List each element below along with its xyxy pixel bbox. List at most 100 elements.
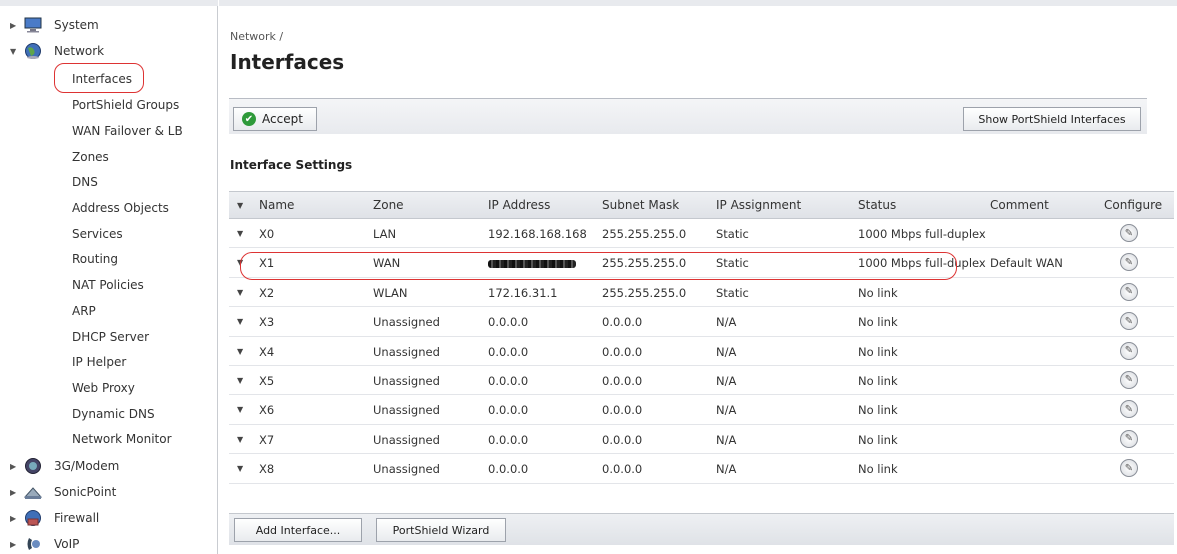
expand-arrow-icon[interactable]: ▶	[10, 488, 22, 497]
sidebar-item-interfaces[interactable]: Interfaces	[72, 72, 132, 86]
cell-name: X6	[259, 403, 275, 418]
expand-arrow-icon[interactable]: ▶	[10, 462, 22, 471]
column-header-ip-address[interactable]: IP Address	[488, 198, 550, 212]
cell-name: X4	[259, 344, 275, 359]
sidebar-item-arp[interactable]: ARP	[72, 304, 96, 318]
sidebar-item-ip-helper[interactable]: IP Helper	[72, 355, 126, 369]
cell-ip-assignment: N/A	[716, 373, 737, 388]
cell-ip-assignment: N/A	[716, 462, 737, 477]
cell-ip-assignment: N/A	[716, 403, 737, 418]
configure-pencil-icon[interactable]: ✎	[1120, 370, 1138, 389]
cell-ip-address: 0.0.0.0	[488, 432, 529, 447]
table-row[interactable]: ▼ X5 Unassigned 0.0.0.0 0.0.0.0 N/A No link ✎	[229, 366, 1174, 396]
configure-pencil-icon[interactable]: ✎	[1120, 400, 1138, 419]
row-expand-arrow-icon[interactable]: ▼	[237, 405, 243, 414]
accept-button[interactable]: ✔ Accept	[233, 107, 317, 131]
configure-pencil-icon[interactable]: ✎	[1120, 459, 1138, 478]
cell-ip-address: 0.0.0.0	[488, 403, 529, 418]
column-header-configure: Configure	[1104, 198, 1163, 212]
sidebar-item-address-objects[interactable]: Address Objects	[72, 201, 169, 215]
sidebar-item-wan-failover[interactable]: WAN Failover & LB	[72, 124, 183, 138]
sidebar-item-routing[interactable]: Routing	[72, 252, 118, 266]
table-header: ▼ Name Zone IP Address Subnet Mask IP As…	[229, 191, 1174, 219]
cell-subnet-mask: 0.0.0.0	[602, 432, 643, 447]
expand-arrow-icon[interactable]: ▶	[10, 21, 22, 30]
modem-icon	[22, 456, 44, 476]
table-row[interactable]: ▼ X4 Unassigned 0.0.0.0 0.0.0.0 N/A No link ✎	[229, 337, 1174, 366]
configure-pencil-icon[interactable]: ✎	[1120, 341, 1138, 360]
table-row[interactable]: ▼ X3 Unassigned 0.0.0.0 0.0.0.0 N/A No link ✎	[229, 307, 1174, 337]
configure-pencil-icon[interactable]: ✎	[1120, 282, 1138, 301]
accept-button-label: Accept	[262, 112, 303, 126]
sidebar-item-dhcp-server[interactable]: DHCP Server	[72, 330, 149, 344]
cell-name: X7	[259, 432, 275, 447]
table-row[interactable]: ▼ X0 LAN 192.168.168.168 255.255.255.0 Static…	[229, 219, 1174, 249]
add-interface-button[interactable]: Add Interface...	[234, 518, 362, 542]
cell-ip-assignment: Static	[716, 227, 749, 241]
collapse-arrow-icon[interactable]: ▼	[10, 47, 22, 56]
access-point-icon	[22, 482, 44, 502]
sidebar-item-web-proxy[interactable]: Web Proxy	[72, 381, 135, 395]
sidebar-category-system[interactable]: ▶ System	[10, 13, 99, 37]
table-row[interactable]: ▼ X8 Unassigned 0.0.0.0 0.0.0.0 N/A No link ✎	[229, 454, 1174, 484]
sidebar-category-label: SonicPoint	[54, 485, 117, 499]
row-expand-arrow-icon[interactable]: ▼	[237, 317, 243, 326]
column-header-comment[interactable]: Comment	[990, 198, 1049, 212]
sidebar-category-label: Firewall	[54, 511, 100, 525]
sidebar-category-firewall[interactable]: ▶ Firewall	[10, 506, 99, 530]
section-title: Interface Settings	[230, 158, 353, 172]
column-header-subnet-mask[interactable]: Subnet Mask	[602, 198, 679, 212]
sidebar-item-zones[interactable]: Zones	[72, 150, 109, 164]
portshield-wizard-button[interactable]: PortShield Wizard	[376, 518, 506, 542]
cell-subnet-mask: 255.255.255.0	[602, 227, 687, 241]
sidebar-category-network[interactable]: ▼ Network	[10, 39, 104, 63]
cell-subnet-mask: 0.0.0.0	[602, 315, 643, 330]
row-expand-arrow-icon[interactable]: ▼	[237, 464, 243, 473]
cell-ip-address: 192.168.168.168	[488, 227, 587, 241]
table-row[interactable]: ▼ X2 WLAN 172.16.31.1 255.255.255.0 Static No …	[229, 278, 1174, 308]
row-expand-arrow-icon[interactable]: ▼	[237, 376, 243, 385]
cell-zone: Unassigned	[373, 432, 440, 447]
sidebar-category-voip[interactable]: ▶ VoIP	[10, 532, 79, 554]
configure-pencil-icon[interactable]: ✎	[1120, 253, 1138, 272]
cell-status: No link	[858, 403, 898, 418]
cell-subnet-mask: 255.255.255.0	[602, 285, 687, 300]
expand-arrow-icon[interactable]: ▶	[10, 540, 22, 549]
sidebar-item-network-monitor[interactable]: Network Monitor	[72, 432, 172, 446]
sidebar-category-sonicpoint[interactable]: ▶ SonicPoint	[10, 480, 116, 504]
sidebar-item-dynamic-dns[interactable]: Dynamic DNS	[72, 407, 155, 421]
column-header-name[interactable]: Name	[259, 198, 294, 212]
column-header-status[interactable]: Status	[858, 198, 896, 212]
cell-name: X8	[259, 462, 275, 477]
sidebar-category-3g-modem[interactable]: ▶ 3G/Modem	[10, 454, 119, 478]
configure-pencil-icon[interactable]: ✎	[1120, 312, 1138, 331]
table-row[interactable]: ▼ X7 Unassigned 0.0.0.0 0.0.0.0 N/A No link ✎	[229, 425, 1174, 455]
column-header-ip-assignment[interactable]: IP Assignment	[716, 198, 801, 212]
cell-zone: LAN	[373, 227, 397, 241]
cell-status: No link	[858, 462, 898, 477]
row-expand-arrow-icon[interactable]: ▼	[237, 229, 243, 238]
cell-ip-assignment: N/A	[716, 315, 737, 330]
cell-subnet-mask: 0.0.0.0	[602, 373, 643, 388]
sidebar-item-services[interactable]: Services	[72, 227, 123, 241]
sidebar-item-portshield-groups[interactable]: PortShield Groups	[72, 98, 179, 112]
expand-arrow-icon[interactable]: ▶	[10, 514, 22, 523]
column-header-zone[interactable]: Zone	[373, 198, 404, 212]
cell-status: No link	[858, 285, 898, 300]
sidebar-category-label: System	[54, 18, 99, 32]
cell-zone: Unassigned	[373, 315, 440, 330]
sidebar-item-dns[interactable]: DNS	[72, 175, 98, 189]
row-expand-arrow-icon[interactable]: ▼	[237, 288, 243, 297]
cell-name: X2	[259, 285, 275, 300]
cell-ip-address: 0.0.0.0	[488, 373, 529, 388]
show-portshield-interfaces-button[interactable]: Show PortShield Interfaces	[963, 107, 1141, 131]
row-expand-arrow-icon[interactable]: ▼	[237, 435, 243, 444]
sort-arrow-icon[interactable]: ▼	[237, 201, 243, 210]
firewall-icon	[22, 508, 44, 528]
table-row[interactable]: ▼ X6 Unassigned 0.0.0.0 0.0.0.0 N/A No link ✎	[229, 395, 1174, 425]
row-expand-arrow-icon[interactable]: ▼	[237, 347, 243, 356]
configure-pencil-icon[interactable]: ✎	[1120, 224, 1138, 242]
cell-ip-address: 0.0.0.0	[488, 344, 529, 359]
configure-pencil-icon[interactable]: ✎	[1120, 429, 1138, 448]
sidebar-item-nat-policies[interactable]: NAT Policies	[72, 278, 144, 292]
